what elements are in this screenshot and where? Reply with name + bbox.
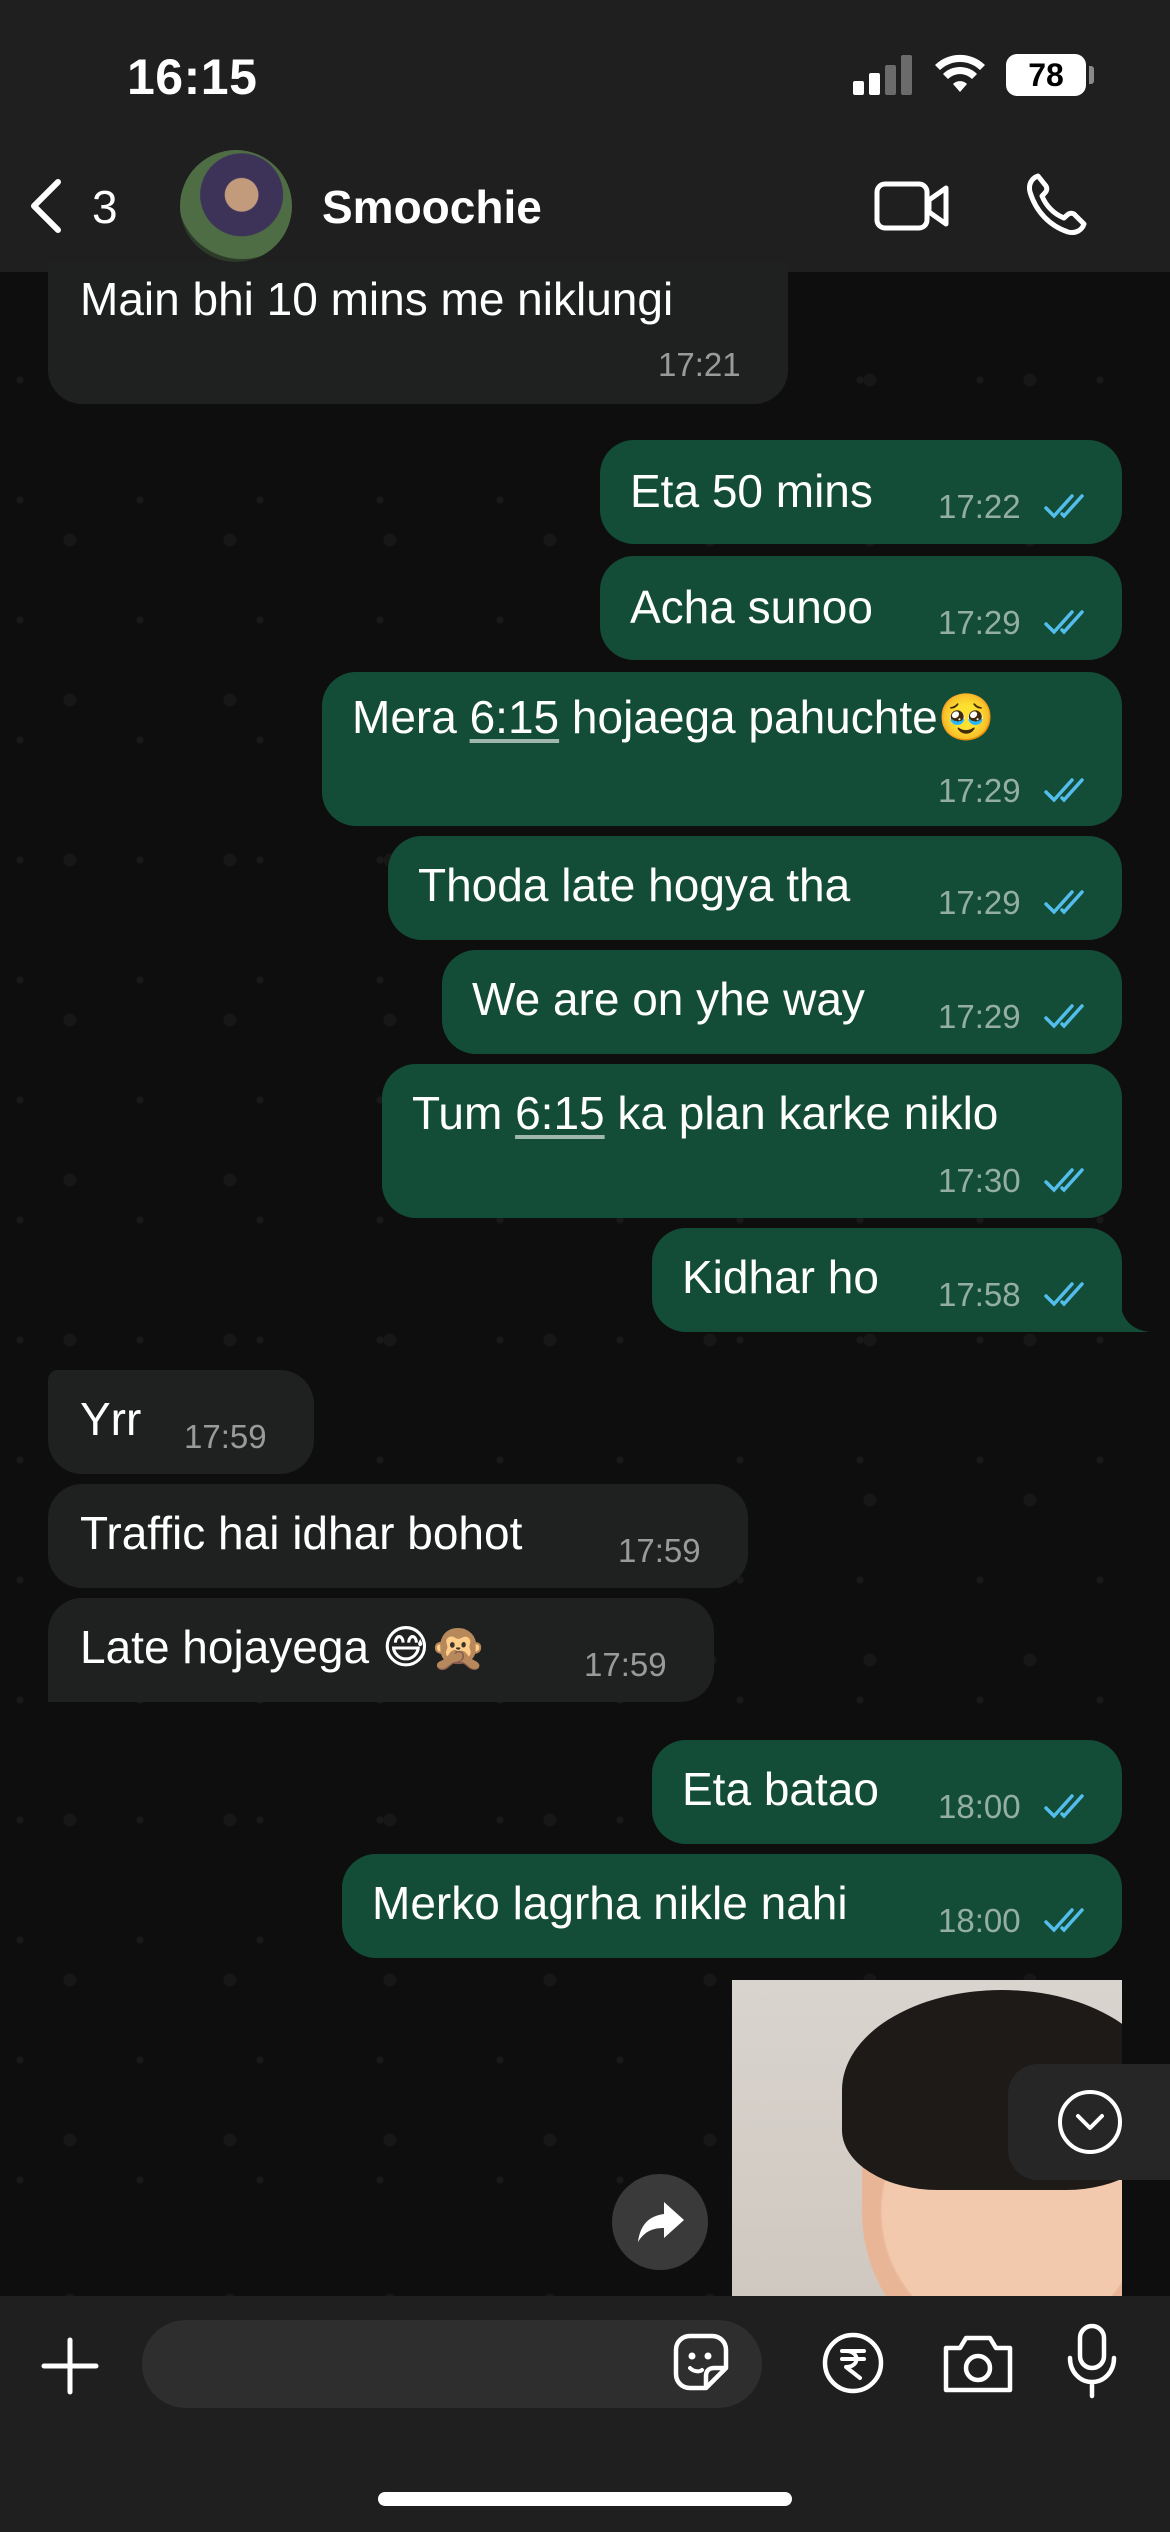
signal-icon xyxy=(853,55,915,95)
message-time: 18:00 xyxy=(938,1788,1021,1825)
read-ticks-icon xyxy=(1044,1794,1084,1819)
read-ticks-icon xyxy=(1044,610,1084,635)
message-time: 17:59 xyxy=(184,1418,267,1455)
sticker-icon[interactable] xyxy=(668,2330,734,2396)
message-bubble-incoming[interactable]: Yrr 17:59 xyxy=(48,1370,314,1474)
unread-count[interactable]: 3 xyxy=(92,180,118,234)
read-ticks-icon xyxy=(1044,778,1084,803)
message-text-part: Late hojayega xyxy=(80,1621,382,1673)
message-time: 17:29 xyxy=(938,884,1021,921)
message-bubble-outgoing[interactable]: Eta batao 18:00 xyxy=(652,1740,1122,1844)
message-time: 17:22 xyxy=(938,488,1021,525)
message-bubble-outgoing[interactable]: Merko lagrha nikle nahi 18:00 xyxy=(342,1854,1122,1958)
battery-nub xyxy=(1089,66,1094,84)
battery-indicator: 78 xyxy=(1006,54,1086,96)
message-bubble-incoming[interactable]: Traffic hai idhar bohot 17:59 xyxy=(48,1484,748,1588)
camera-icon[interactable] xyxy=(940,2330,1016,2396)
status-time: 16:15 xyxy=(127,49,258,105)
avatar[interactable] xyxy=(180,150,292,262)
plus-icon[interactable] xyxy=(38,2334,102,2398)
message-text: Eta batao xyxy=(682,1763,879,1815)
message-time: 17:29 xyxy=(938,604,1021,641)
message-text: We are on yhe way xyxy=(472,973,865,1025)
message-text: Yrr xyxy=(80,1393,142,1445)
forward-icon xyxy=(638,2202,684,2242)
contact-name[interactable]: Smoochie xyxy=(322,180,542,234)
read-ticks-icon xyxy=(1044,1908,1084,1933)
read-ticks-icon xyxy=(1044,1004,1084,1029)
time-link[interactable]: 6:15 xyxy=(470,691,560,743)
message-time: 17:30 xyxy=(938,1162,1021,1199)
message-bubble-incoming[interactable]: Main bhi 10 mins me niklungi 17:21 xyxy=(48,262,788,404)
message-text: Main bhi 10 mins me niklungi xyxy=(80,273,674,325)
message-time: 17:58 xyxy=(938,1276,1021,1313)
microphone-icon[interactable] xyxy=(1066,2322,1118,2402)
message-text: Late hojayega 😅🙊 xyxy=(80,1620,487,1675)
message-text: Traffic hai idhar bohot xyxy=(80,1507,523,1559)
video-call-icon[interactable] xyxy=(874,178,950,234)
message-text: Acha sunoo xyxy=(630,581,873,633)
wifi-icon xyxy=(935,54,985,92)
message-bubble-outgoing[interactable]: Thoda late hogya tha 17:29 xyxy=(388,836,1122,940)
message-text: Tum 6:15 ka plan karke niklo xyxy=(412,1086,998,1140)
message-text-part: ka plan karke niklo xyxy=(604,1087,999,1139)
scroll-to-bottom-button[interactable] xyxy=(1008,2064,1170,2180)
message-bubble-incoming[interactable]: Late hojayega 😅🙊 17:59 xyxy=(48,1598,714,1702)
message-text: Mera 6:15 hojaega pahuchte🥹 xyxy=(352,690,995,745)
forward-button[interactable] xyxy=(612,2174,708,2270)
time-link[interactable]: 6:15 xyxy=(515,1087,605,1139)
message-bubble-outgoing[interactable]: Mera 6:15 hojaega pahuchte🥹 17:29 xyxy=(322,672,1122,826)
message-time: 17:29 xyxy=(938,998,1021,1035)
home-indicator xyxy=(378,2492,792,2506)
emoji: 🥹 xyxy=(937,691,995,743)
message-text: Eta 50 mins xyxy=(630,465,873,517)
message-text-part: hojaega pahuchte xyxy=(559,691,938,743)
message-bubble-outgoing[interactable]: We are on yhe way 17:29 xyxy=(442,950,1122,1054)
message-time: 17:21 xyxy=(658,346,741,383)
message-time: 17:29 xyxy=(938,772,1021,809)
read-ticks-icon xyxy=(1044,890,1084,915)
read-ticks-icon xyxy=(1044,494,1084,519)
rupee-icon[interactable] xyxy=(820,2330,886,2396)
bubble-tail xyxy=(1120,1302,1150,1332)
message-time: 18:00 xyxy=(938,1902,1021,1939)
message-time: 17:59 xyxy=(618,1532,701,1569)
message-text: Kidhar ho xyxy=(682,1251,879,1303)
chevron-down-icon xyxy=(1058,2090,1122,2154)
message-bubble-outgoing[interactable]: Eta 50 mins 17:22 xyxy=(600,440,1122,544)
phone-icon[interactable] xyxy=(1024,172,1088,236)
back-chevron-icon[interactable] xyxy=(24,176,68,236)
chat-header xyxy=(0,0,1170,272)
message-bubble-outgoing[interactable]: Acha sunoo 17:29 xyxy=(600,556,1122,660)
message-text-part: Mera xyxy=(352,691,470,743)
message-text-part: Tum xyxy=(412,1087,516,1139)
read-ticks-icon xyxy=(1044,1168,1084,1193)
emoji: 😅🙊 xyxy=(381,1621,488,1673)
message-bubble-outgoing[interactable]: Tum 6:15 ka plan karke niklo 17:30 xyxy=(382,1064,1122,1218)
message-bubble-outgoing[interactable]: Kidhar ho 17:58 xyxy=(652,1228,1122,1332)
message-text: Merko lagrha nikle nahi xyxy=(372,1877,848,1929)
message-time: 17:59 xyxy=(584,1646,667,1683)
message-text: Thoda late hogya tha xyxy=(418,859,851,911)
read-ticks-icon xyxy=(1044,1282,1084,1307)
